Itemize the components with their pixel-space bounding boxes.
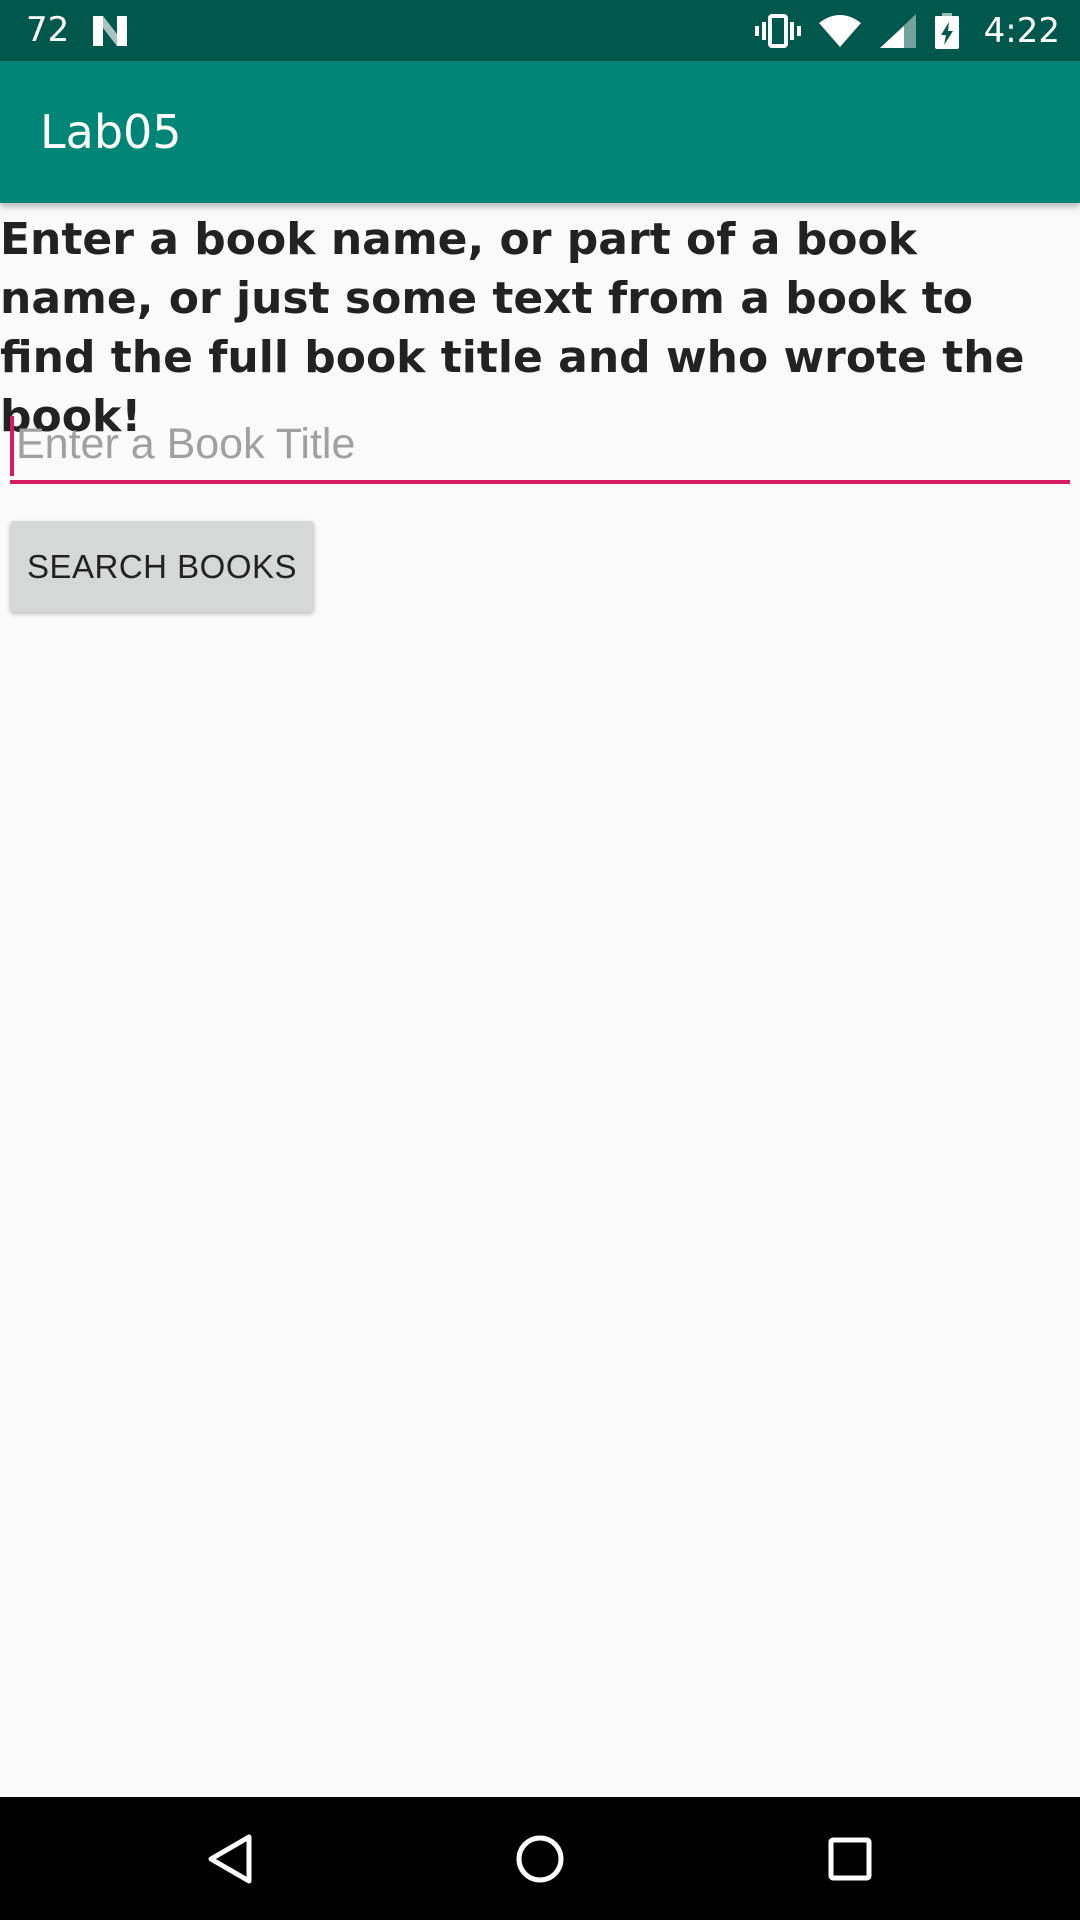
battery-charging-icon: [934, 12, 959, 49]
status-temperature: 72: [26, 10, 70, 50]
book-title-field[interactable]: [10, 408, 1070, 488]
app-bar: Lab05: [0, 61, 1080, 203]
screen: 72 4:22 Lab05 Enter a book name, or part…: [0, 0, 1080, 1920]
text-cursor: [10, 416, 14, 476]
app-title: Lab05: [40, 105, 182, 159]
status-bar: 72 4:22: [0, 0, 1080, 61]
notification-n-icon: [93, 15, 128, 46]
status-left: 72: [26, 0, 129, 61]
recents-icon: [828, 1837, 872, 1880]
signal-icon: [879, 13, 916, 48]
nav-home-button[interactable]: [480, 1797, 600, 1920]
vibrate-icon: [754, 13, 801, 48]
search-books-button[interactable]: SEARCH BOOKS: [10, 521, 314, 612]
navigation-bar: [0, 1797, 1080, 1920]
back-icon: [208, 1834, 252, 1883]
book-title-input[interactable]: [10, 408, 1070, 484]
status-time: 4:22: [983, 10, 1060, 51]
wifi-icon: [818, 14, 861, 47]
home-icon: [516, 1835, 564, 1882]
status-right: 4:22: [754, 0, 1060, 61]
nav-back-button[interactable]: [170, 1797, 290, 1920]
nav-recents-button[interactable]: [790, 1797, 910, 1920]
